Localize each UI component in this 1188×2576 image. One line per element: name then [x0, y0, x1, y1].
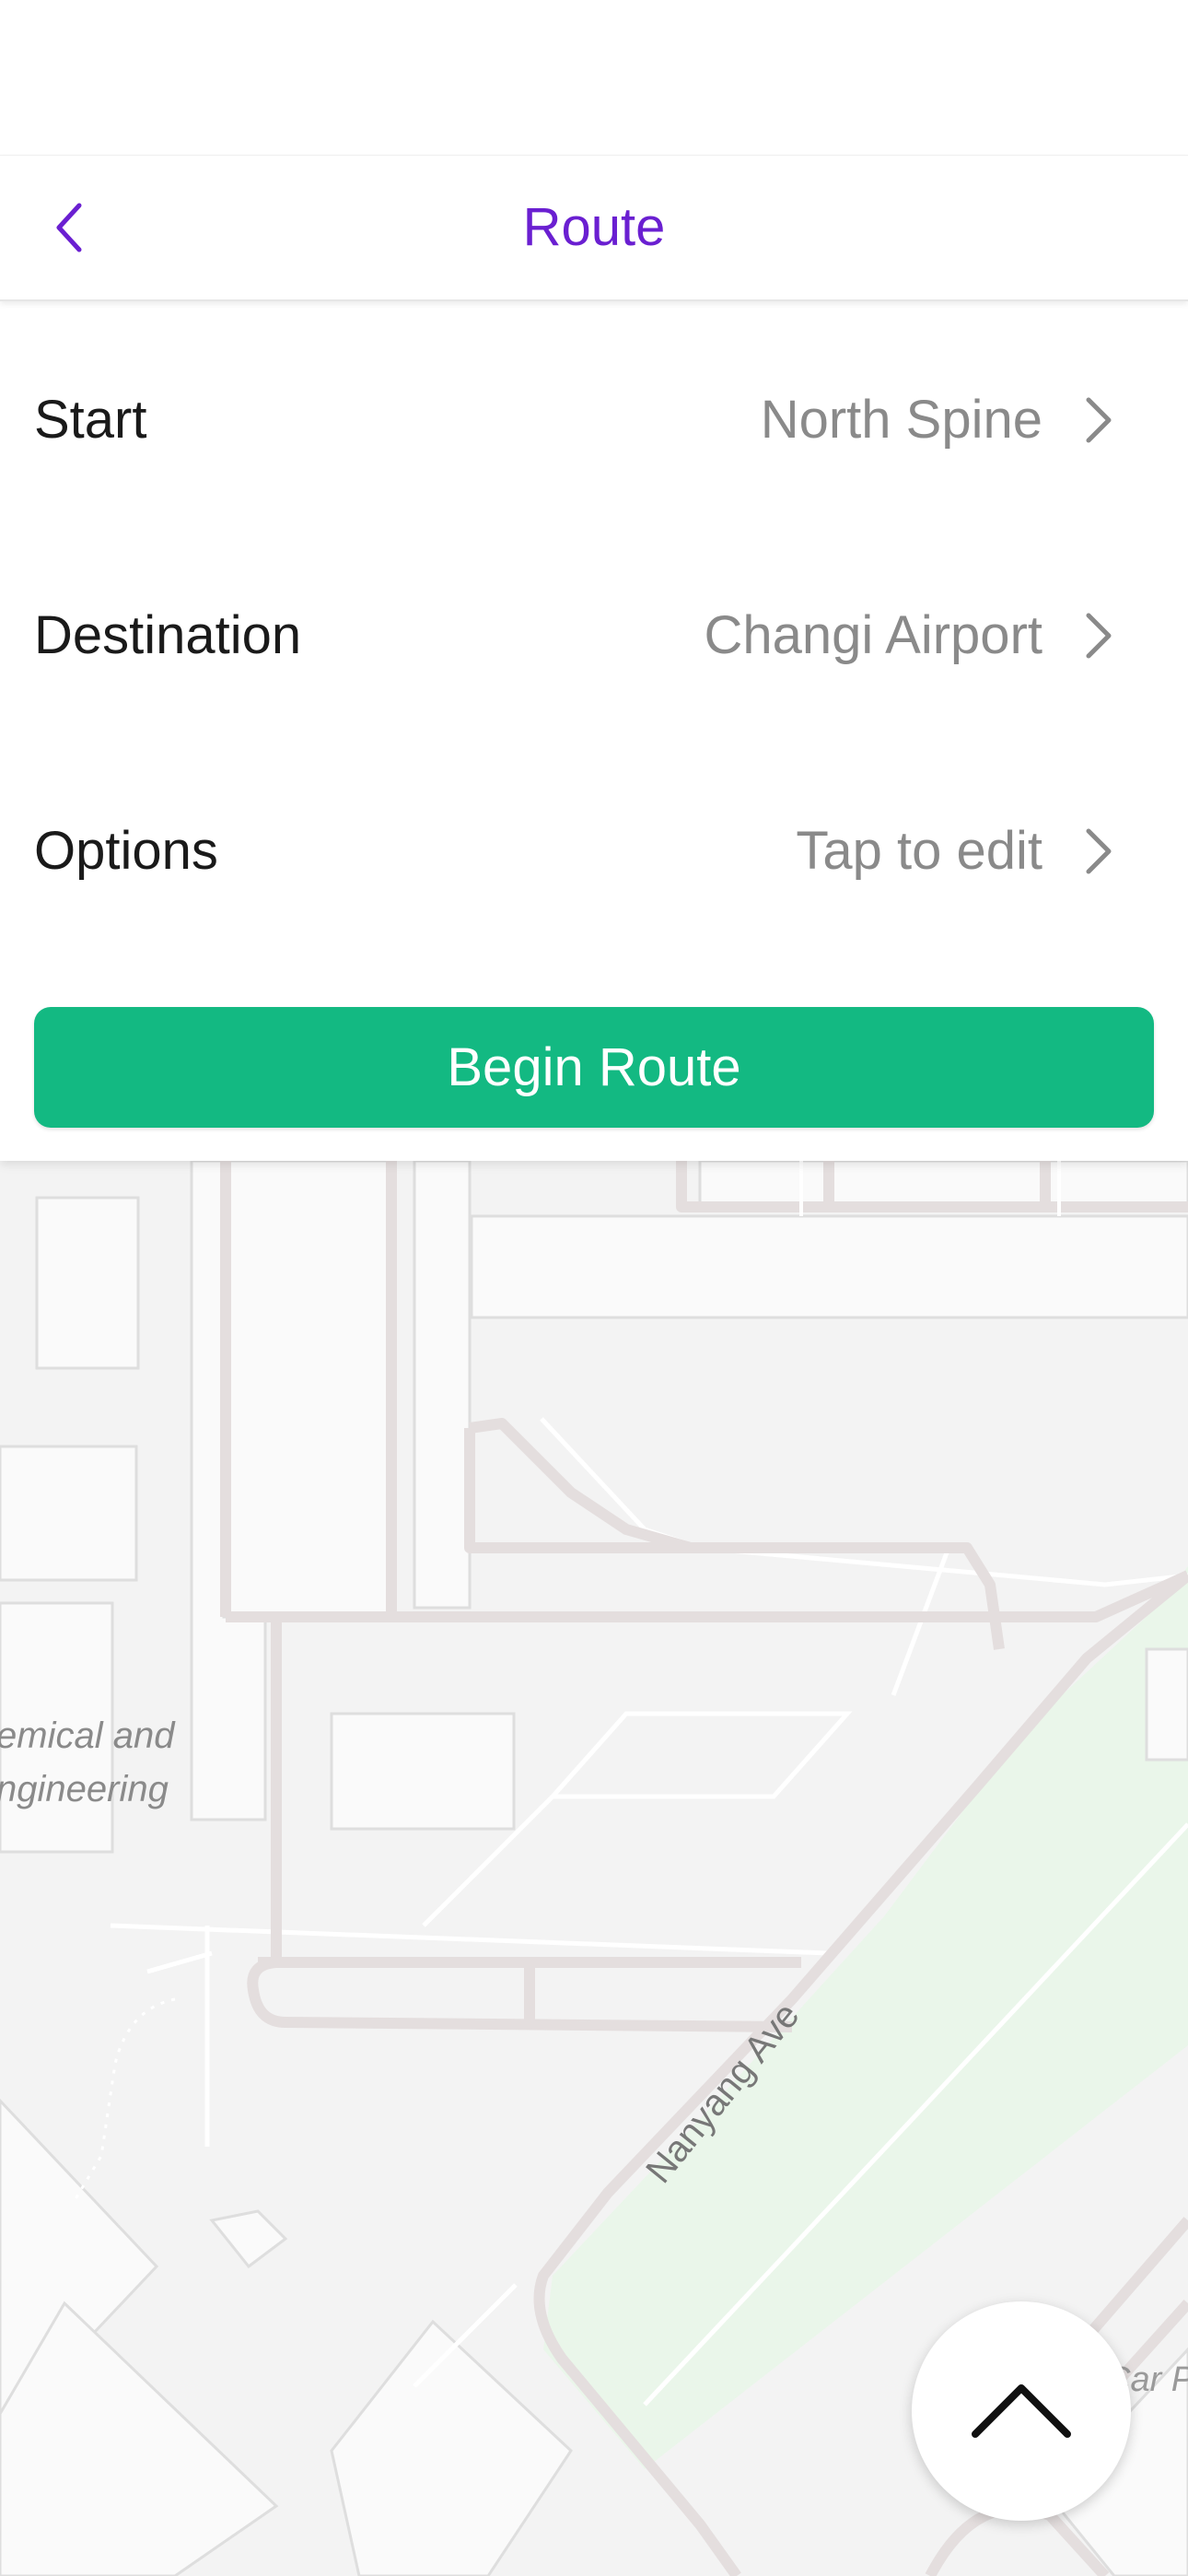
- start-value: North Spine: [760, 390, 1042, 450]
- route-panel: Start North Spine Destination Changi Air…: [0, 300, 1188, 1161]
- chevron-right-icon: [1086, 613, 1112, 659]
- building-label-line2: ngineering: [0, 1769, 169, 1809]
- nav-bar: Route: [0, 155, 1188, 301]
- destination-label: Destination: [34, 605, 302, 665]
- start-row[interactable]: Start North Spine: [0, 328, 1188, 512]
- status-bar: [0, 0, 1188, 155]
- begin-route-button[interactable]: Begin Route: [34, 1007, 1154, 1128]
- page-title: Route: [522, 197, 666, 257]
- chevron-right-icon: [1086, 828, 1112, 874]
- back-button[interactable]: [37, 191, 101, 264]
- chevron-right-icon: [1086, 397, 1112, 443]
- destination-value: Changi Airport: [704, 605, 1042, 665]
- options-value: Tap to edit: [796, 821, 1042, 881]
- chevron-up-icon: [972, 2384, 1071, 2438]
- options-label: Options: [34, 821, 218, 881]
- start-label: Start: [34, 390, 147, 450]
- destination-row[interactable]: Destination Changi Airport: [0, 544, 1188, 728]
- chevron-left-icon: [56, 203, 82, 252]
- building-label-line1: emical and: [0, 1715, 176, 1756]
- options-row[interactable]: Options Tap to edit: [0, 759, 1188, 943]
- expand-button[interactable]: [912, 2301, 1131, 2521]
